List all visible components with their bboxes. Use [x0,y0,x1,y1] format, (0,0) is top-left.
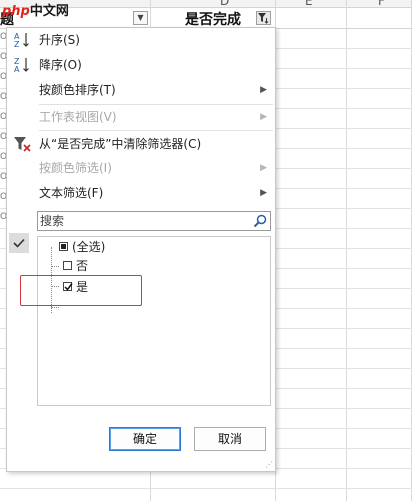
gridline [346,0,347,501]
tree-connector [51,266,59,267]
menu-item-sort-ascending[interactable]: A Z 升序(S) [7,28,275,52]
checkmark-icon [13,238,25,248]
filter-value-list[interactable]: (全选) 否 是 [37,236,271,406]
search-input[interactable] [40,213,240,229]
menu-item-clear-filter[interactable]: 从“是否完成”中清除筛选器(C) [7,132,275,156]
logo-prefix: php [2,4,30,19]
column-letter-e: E [305,0,313,8]
annotation-highlight-box [20,275,142,306]
logo-text: 中文网 [29,4,69,19]
column-letter-f: F [378,0,385,8]
menu-label: 按颜色筛选(I) [39,161,112,175]
menu-label: 工作表视图(V) [39,110,117,124]
no-checkbox[interactable] [63,261,72,270]
svg-text:A: A [14,65,20,74]
list-item-label: (全选) [72,240,106,254]
menu-label: 升序(S) [39,33,80,47]
selected-gutter [9,233,29,253]
tree-connector [51,307,59,308]
menu-item-text-filter[interactable]: 文本筛选(F) ▶ [7,181,275,205]
sort-descending-icon: Z A [14,57,29,74]
menu-separator [39,130,273,131]
watermark-logo: php中文网 [2,0,69,19]
select-all-checkbox[interactable] [59,242,68,251]
active-filter-button[interactable] [256,11,271,25]
svg-text:Z: Z [14,40,20,49]
autofilter-menu: A Z 升序(S) Z A 降序(O) 按颜色排序(T) ▶ 工作表视图(V) … [6,27,276,472]
menu-item-sheet-view: 工作表视图(V) ▶ [7,105,275,129]
submenu-arrow-icon: ▶ [260,85,267,95]
search-box[interactable] [37,211,271,231]
filter-funnel-icon [258,13,269,24]
cancel-button[interactable]: 取消 [194,427,266,451]
menu-label: 降序(O) [39,58,82,72]
clear-filter-icon [14,137,31,152]
resize-grip-icon[interactable]: ⋰ [265,461,273,469]
search-icon[interactable] [253,214,267,228]
column-letter-d: D [220,0,230,8]
menu-label: 文本筛选(F) [39,186,104,200]
menu-label: 按颜色排序(T) [39,83,116,97]
menu-item-sort-descending[interactable]: Z A 降序(O) [7,53,275,77]
header-cell-done: 是否完成 [185,12,241,28]
submenu-arrow-icon: ▶ [260,163,267,173]
list-item-label: 否 [76,259,89,273]
menu-item-sort-by-color[interactable]: 按颜色排序(T) ▶ [7,78,275,102]
sort-ascending-icon: A Z [14,32,29,49]
gridline [0,488,412,489]
ok-button[interactable]: 确定 [109,427,181,451]
submenu-arrow-icon: ▶ [260,188,267,198]
submenu-arrow-icon: ▶ [260,112,267,122]
column-filter-button[interactable]: ▼ [133,11,148,25]
menu-label: 从“是否完成”中清除筛选器(C) [39,137,202,151]
menu-item-filter-by-color: 按颜色筛选(I) ▶ [7,156,275,180]
